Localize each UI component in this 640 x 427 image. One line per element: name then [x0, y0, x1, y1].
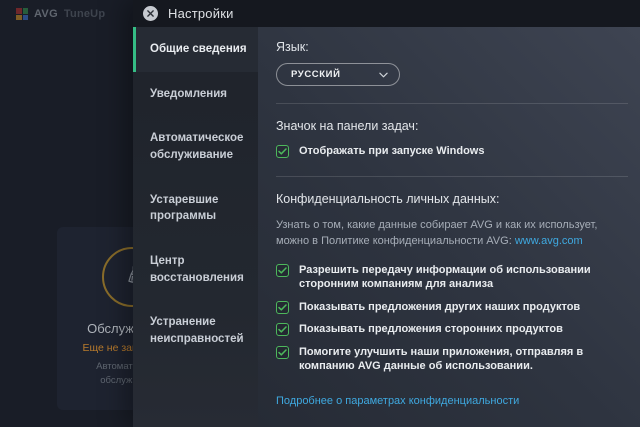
sidebar-item-automatic-maintenance[interactable]: Автоматическое обслуживание [133, 116, 258, 177]
language-dropdown[interactable]: русский [276, 63, 400, 86]
privacy-option-own-offers[interactable]: Показывать предложения других наших прод… [276, 300, 628, 315]
privacy-option-label: Разрешить передачу информации об использ… [299, 263, 628, 292]
brand-name: AVG [34, 8, 58, 20]
sidebar-item-notifications[interactable]: Уведомления [133, 72, 258, 117]
sidebar-item-troubleshooting[interactable]: Устранение неисправностей [133, 300, 258, 361]
sidebar-item-outdated-programs[interactable]: Устаревшие программы [133, 178, 258, 239]
avg-policy-link[interactable]: www.avg.com [515, 235, 583, 247]
taskbar-heading: Значок на панели задач: [276, 119, 628, 133]
privacy-option-thirdparty-offers[interactable]: Показывать предложения сторонних продукт… [276, 322, 628, 337]
privacy-option-share-usage[interactable]: Разрешить передачу информации об использ… [276, 263, 628, 292]
taskbar-option-label: Отображать при запуске Windows [299, 144, 485, 159]
privacy-option-label: Помогите улучшить наши приложения, отпра… [299, 345, 628, 374]
checkbox-checked-icon[interactable] [276, 301, 289, 314]
settings-panel: Настройки Общие сведения Уведомления Авт… [133, 0, 640, 427]
privacy-options: Разрешить передачу информации об использ… [276, 263, 628, 374]
avg-logo-icon [16, 8, 28, 20]
settings-body: Общие сведения Уведомления Автоматическо… [133, 27, 640, 427]
privacy-option-label: Показывать предложения сторонних продукт… [299, 322, 563, 337]
divider [276, 103, 628, 104]
sidebar-item-general[interactable]: Общие сведения [133, 27, 258, 72]
privacy-heading: Конфиденциальность личных данных: [276, 192, 628, 206]
settings-sidebar: Общие сведения Уведомления Автоматическо… [133, 27, 258, 427]
privacy-intro: Узнать о том, какие данные собирает AVG … [276, 217, 628, 250]
sidebar-item-rescue-center[interactable]: Центр восстановления [133, 239, 258, 300]
app-logo: AVG TuneUp [16, 8, 105, 20]
chevron-down-icon [379, 72, 388, 78]
language-dropdown-value: русский [291, 69, 341, 80]
divider [276, 176, 628, 177]
checkbox-checked-icon[interactable] [276, 346, 289, 359]
language-label: Язык: [276, 40, 628, 54]
settings-content: Язык: русский Значок на панели задач: От… [258, 27, 640, 427]
taskbar-startup-option[interactable]: Отображать при запуске Windows [276, 144, 628, 159]
checkbox-checked-icon[interactable] [276, 323, 289, 336]
privacy-option-label: Показывать предложения других наших прод… [299, 300, 580, 315]
privacy-option-improve-apps[interactable]: Помогите улучшить наши приложения, отпра… [276, 345, 628, 374]
checkbox-checked-icon[interactable] [276, 145, 289, 158]
settings-title: Настройки [168, 6, 234, 21]
settings-header: Настройки [133, 0, 640, 27]
close-icon [147, 10, 154, 17]
privacy-settings-link[interactable]: Подробнее о параметрах конфиденциальност… [276, 395, 519, 407]
product-name: TuneUp [64, 8, 105, 20]
close-button[interactable] [143, 6, 158, 21]
checkbox-checked-icon[interactable] [276, 264, 289, 277]
